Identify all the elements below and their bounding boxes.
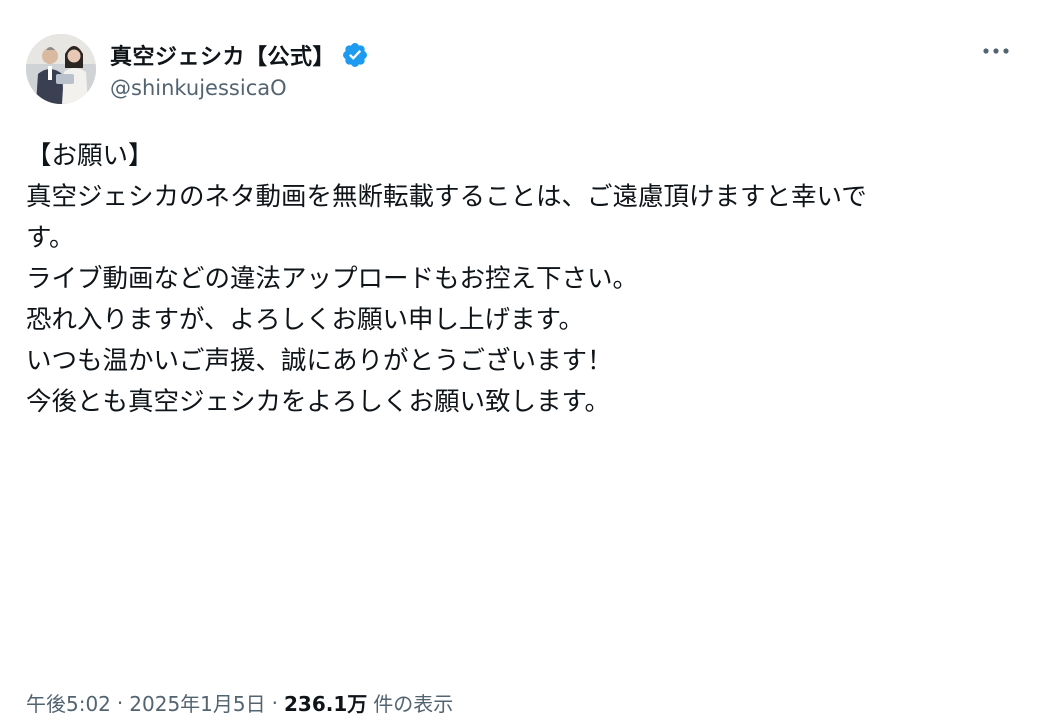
verified-badge-icon[interactable] bbox=[341, 41, 369, 69]
tweet-date[interactable]: 2025年1月5日 bbox=[129, 688, 265, 717]
tweet-text: 【お願い】 真空ジェシカのネタ動画を無断転載することは、ご遠慮頂けますと幸いで … bbox=[26, 136, 1016, 423]
avatar[interactable] bbox=[26, 34, 96, 104]
tweet-line: 【お願い】 bbox=[26, 141, 154, 171]
tweet-line: ライブ動画などの違法アップロードもお控え下さい。 bbox=[26, 264, 639, 294]
tweet-meta: 午後5:02 · 2025年1月5日 · 236.1万 件の表示 bbox=[26, 688, 453, 717]
author-handle[interactable]: @shinkujessicaO bbox=[110, 76, 369, 100]
tweet-line: 今後とも真空ジェシカをよろしくお願い致します。 bbox=[26, 387, 610, 417]
tweet-line: 恐れ入りますが、よろしくお願い申し上げます。 bbox=[26, 305, 584, 335]
meta-separator: · bbox=[271, 690, 278, 715]
avatar-image-icon bbox=[26, 34, 96, 104]
tweet-line: 真空ジェシカのネタ動画を無断転載することは、ご遠慮頂けますと幸いで bbox=[26, 182, 867, 212]
more-horizontal-icon bbox=[983, 48, 1009, 54]
display-name-row: 真空ジェシカ【公式】 bbox=[110, 38, 369, 72]
author-names: 真空ジェシカ【公式】 @shinkujessicaO bbox=[110, 38, 369, 100]
more-options-button[interactable] bbox=[978, 36, 1014, 66]
tweet-line: す。 bbox=[26, 223, 75, 253]
views-count[interactable]: 236.1万 bbox=[284, 688, 367, 717]
tweet-line: いつも温かいご声援、誠にありがとうございます！ bbox=[26, 346, 613, 376]
tweet-header: 真空ジェシカ【公式】 @shinkujessicaO bbox=[26, 32, 369, 106]
display-name[interactable]: 真空ジェシカ【公式】 bbox=[110, 39, 335, 71]
tweet-card: 真空ジェシカ【公式】 @shinkujessicaO 【お願い】 真空ジェシカの… bbox=[0, 0, 1038, 725]
tweet-time[interactable]: 午後5:02 bbox=[26, 688, 111, 717]
meta-separator: · bbox=[116, 690, 124, 715]
views-label[interactable]: 件の表示 bbox=[373, 688, 453, 717]
